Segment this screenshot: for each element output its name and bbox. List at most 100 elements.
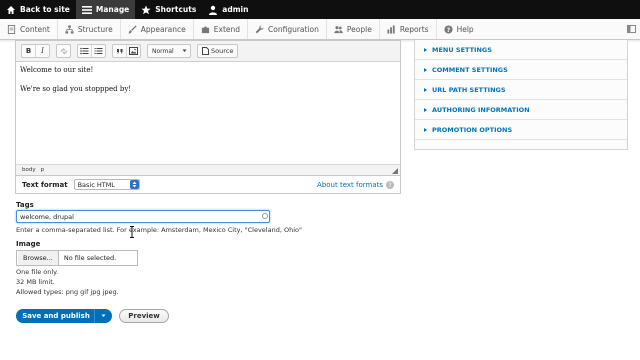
- media-group: [112, 44, 141, 58]
- wrench-icon: [255, 24, 264, 33]
- about-text-formats-link[interactable]: About text formats ?: [317, 181, 394, 189]
- tray-item-content[interactable]: Content: [0, 19, 58, 39]
- save-label: Save and publish: [22, 312, 90, 320]
- expand-triangle-icon: [424, 107, 427, 112]
- blockquote-button[interactable]: [113, 45, 126, 57]
- basic-styles-group: B I: [21, 44, 50, 58]
- text-format-value: Basic HTML: [77, 180, 115, 189]
- chevron-down-icon: [101, 314, 106, 317]
- sidebar-item-label: MENU SETTINGS: [432, 45, 492, 54]
- resize-handle-icon[interactable]: [392, 168, 398, 174]
- image-file-input[interactable]: Browse... No file selected.: [16, 250, 138, 266]
- italic-button[interactable]: I: [36, 45, 49, 57]
- save-options-toggle[interactable]: [94, 309, 112, 323]
- image-note: One file only.: [16, 268, 59, 276]
- body-paragraph: Welcome to our site!: [20, 66, 94, 74]
- numbered-list-button[interactable]: [92, 45, 105, 57]
- tray-item-help[interactable]: ? Help: [437, 19, 481, 39]
- browse-button[interactable]: Browse...: [18, 251, 59, 265]
- editor-toolbar: B I Normal Source: [16, 41, 400, 62]
- tray-item-appearance[interactable]: Appearance: [121, 19, 194, 39]
- image-label: Image: [16, 240, 41, 248]
- mouse-cursor-icon: [130, 226, 134, 238]
- menu-settings-toggle[interactable]: MENU SETTINGS: [415, 40, 627, 60]
- image-note: 32 MB limit.: [16, 278, 55, 286]
- promotion-options-toggle[interactable]: PROMOTION OPTIONS: [415, 120, 627, 140]
- tray-item-label: Reports: [399, 24, 429, 34]
- text-format-label: Text format: [22, 180, 68, 189]
- star-icon: [141, 5, 151, 14]
- list-group: [77, 44, 106, 58]
- expand-triangle-icon: [424, 67, 427, 72]
- bulleted-list-button[interactable]: [78, 45, 91, 57]
- bulleted-list-icon: [80, 47, 89, 55]
- bold-button[interactable]: B: [22, 45, 35, 57]
- editor-content[interactable]: Welcome to our site! We're so glad you s…: [16, 62, 400, 164]
- reports-icon: [387, 24, 395, 34]
- tray-item-label: Help: [456, 24, 474, 34]
- back-to-site-link[interactable]: Back to site: [0, 0, 76, 19]
- link-icon: [60, 48, 67, 55]
- menu-icon: [81, 5, 92, 14]
- paragraph-format-select[interactable]: Normal: [147, 44, 191, 58]
- shortcuts-label: Shortcuts: [155, 5, 197, 14]
- node-settings-sidebar: MENU SETTINGS COMMENT SETTINGS URL PATH …: [414, 40, 628, 150]
- source-icon: [202, 47, 209, 55]
- sidebar-item-label: COMMENT SETTINGS: [432, 65, 508, 74]
- file-status: No file selected.: [63, 254, 117, 262]
- sidebar-item-label: AUTHORING INFORMATION: [432, 105, 530, 114]
- sidebar-item-label: URL PATH SETTINGS: [432, 85, 506, 94]
- image-note: Allowed types: png gif jpg jpeg.: [16, 288, 119, 296]
- admin-toolbar: Back to site Manage Shortcuts admin: [0, 0, 640, 19]
- tray-item-label: Structure: [77, 24, 113, 34]
- expand-triangle-icon: [424, 127, 427, 132]
- tray-item-people[interactable]: People: [327, 19, 380, 39]
- text-format-row: Text format Basic HTML About text format…: [15, 176, 401, 194]
- about-text-formats-label: About text formats: [317, 181, 383, 189]
- user-icon: [209, 5, 218, 15]
- manage-tab[interactable]: Manage: [75, 0, 136, 19]
- expand-triangle-icon: [424, 47, 427, 52]
- tray-item-label: Configuration: [268, 24, 319, 34]
- tray-item-reports[interactable]: Reports: [380, 19, 437, 39]
- tray-item-structure[interactable]: Structure: [58, 19, 121, 39]
- back-to-site-label: Back to site: [20, 5, 70, 14]
- link-button[interactable]: [57, 45, 70, 57]
- tray-item-label: Content: [20, 24, 50, 34]
- tray-item-configuration[interactable]: Configuration: [248, 19, 327, 39]
- source-button[interactable]: Source: [197, 44, 239, 58]
- format-select-value: Normal: [152, 47, 174, 55]
- path-body[interactable]: body: [22, 167, 36, 173]
- tray-item-label: Appearance: [140, 24, 186, 34]
- authoring-information-toggle[interactable]: AUTHORING INFORMATION: [415, 100, 627, 120]
- expand-triangle-icon: [424, 87, 427, 92]
- shortcuts-tab[interactable]: Shortcuts: [135, 0, 202, 19]
- chevron-down-icon: [182, 49, 187, 52]
- preview-button[interactable]: Preview: [119, 309, 169, 323]
- select-arrow-icon: [129, 180, 139, 189]
- path-p[interactable]: p: [41, 167, 45, 173]
- tags-input[interactable]: [16, 210, 270, 223]
- tray-orientation-toggle[interactable]: [627, 25, 636, 33]
- appearance-icon: [128, 24, 137, 34]
- source-label: Source: [211, 47, 234, 55]
- comment-settings-toggle[interactable]: COMMENT SETTINGS: [415, 60, 627, 80]
- url-path-settings-toggle[interactable]: URL PATH SETTINGS: [415, 80, 627, 100]
- tags-description: Enter a comma-separated list. For exampl…: [16, 226, 302, 234]
- image-icon: [129, 47, 138, 55]
- autocomplete-throbber-icon: [262, 213, 268, 219]
- body-editor: B I Normal Source Welcome to our site! W…: [15, 40, 401, 176]
- image-button[interactable]: [127, 45, 140, 57]
- tray-item-label: People: [346, 24, 372, 34]
- save-and-publish-button[interactable]: Save and publish: [16, 309, 112, 323]
- link-group: [56, 44, 71, 58]
- editor-path-bar: body p: [16, 164, 400, 175]
- home-icon: [7, 5, 15, 14]
- tray-item-label: Extend: [213, 24, 241, 34]
- tray-item-extend[interactable]: Extend: [194, 19, 249, 39]
- user-tab[interactable]: admin: [202, 0, 254, 19]
- text-format-select[interactable]: Basic HTML: [73, 179, 140, 190]
- people-icon: [334, 25, 343, 33]
- help-icon: ?: [444, 24, 453, 33]
- sidebar-item-label: PROMOTION OPTIONS: [432, 125, 513, 134]
